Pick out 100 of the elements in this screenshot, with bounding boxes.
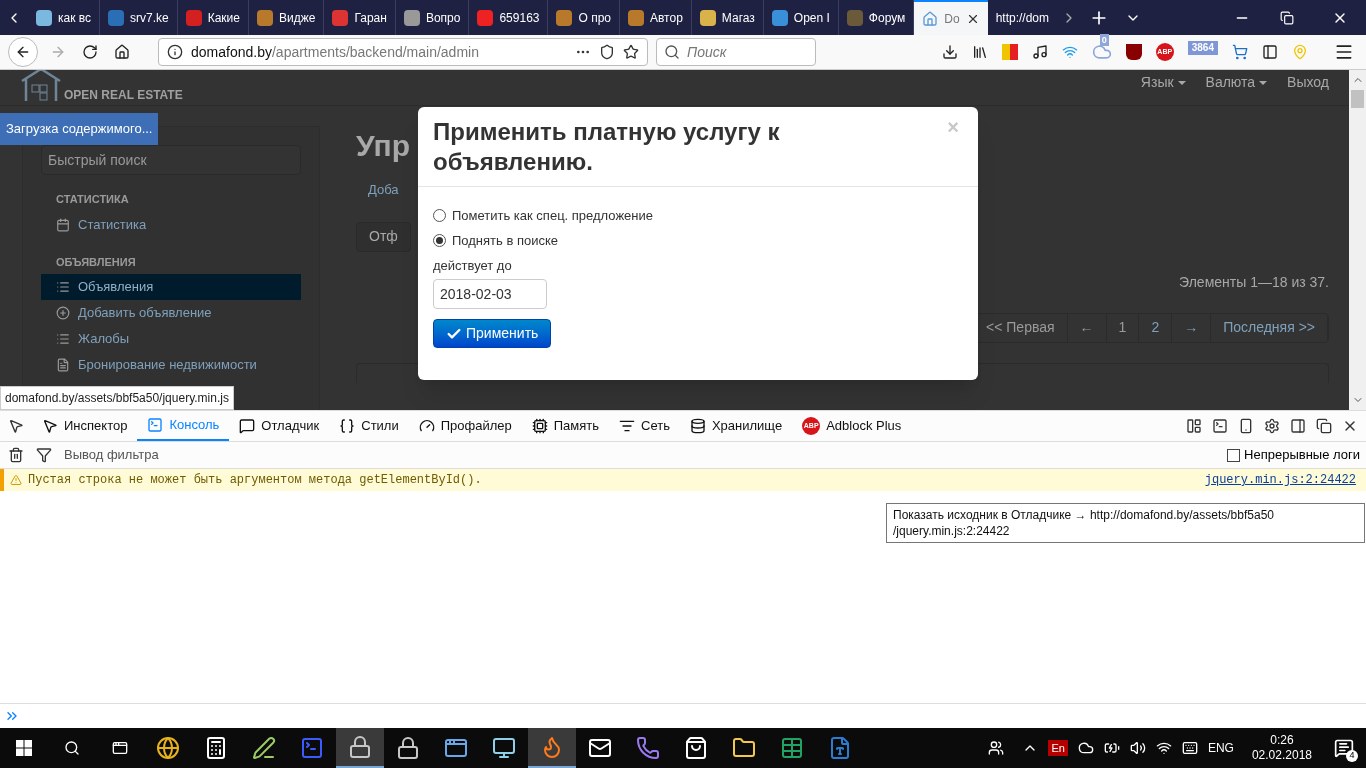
persist-logs-checkbox[interactable]: Непрерывные логи [1227,445,1360,465]
library-icon[interactable] [971,44,988,60]
clock[interactable]: 0:26 02.02.2018 [1251,733,1312,763]
lock-icon [348,735,372,759]
menu-icon[interactable] [1334,42,1354,62]
cart-icon[interactable] [1232,44,1248,60]
favicon-icon [628,9,644,26]
volume-icon[interactable] [1129,740,1146,756]
warning-icon [10,474,22,486]
restore-icon[interactable] [1280,10,1294,25]
sidebar-item[interactable]: Статистика [41,211,301,238]
message-text: Пустая строка не может быть аргументом метода getElementById(). [28,472,482,489]
favicon-icon [185,9,202,26]
devtools-tab[interactable]: Профайлер [408,411,522,441]
document-icon [56,358,70,372]
search-icon[interactable] [64,740,80,756]
radio-option[interactable]: Поднять в поиске [433,228,963,253]
sidebar-item[interactable]: Бронирование недвижимости [41,352,301,378]
plus-circle-icon [56,306,70,320]
download-icon[interactable] [941,44,958,60]
back-icon[interactable] [15,44,31,60]
devtools-tab[interactable]: Стили [329,411,409,441]
settings-icon[interactable] [1264,418,1280,434]
page-title: Упр [356,128,410,164]
bookmark-star-icon[interactable] [623,44,639,60]
scrollbar[interactable] [1349,70,1366,410]
browser-tab[interactable]: Do [914,0,988,35]
pagination-link[interactable]: 2 [1139,313,1173,342]
layout-icon[interactable] [1186,418,1202,434]
pick-element-icon[interactable] [8,418,24,434]
debugger-icon [239,418,256,434]
sidebar-item[interactable]: Объявления [41,274,301,300]
pagination-link[interactable]: Последняя >> [1211,313,1328,342]
language-indicator[interactable]: En [1048,740,1068,756]
nav-link[interactable]: Выход [1287,72,1329,93]
keyboard-icon[interactable] [1181,740,1198,756]
notifications-icon[interactable] [1334,738,1354,758]
store-icon [684,736,708,760]
people-icon[interactable] [988,740,1005,756]
house-icon [922,10,939,27]
search-icon [664,44,680,60]
sidebar-item[interactable]: Добавить объявление [41,300,301,326]
separate-window-icon[interactable] [1316,418,1332,434]
loading-badge: Загрузка содержимого... [0,113,159,145]
monitor-icon [492,736,516,760]
date-field[interactable]: 2018-02-03 [433,279,547,309]
battery-icon[interactable] [1103,740,1120,756]
phone-icon [636,736,660,760]
url-text: domafond.by/apartments/backend/main/admin [191,42,479,62]
filter-field[interactable]: Вывод фильтра [64,445,1228,465]
favicon-icon [477,9,494,26]
devtools-tab[interactable]: Память [521,411,610,441]
address-bar[interactable]: domafond.by/apartments/backend/main/admin [158,38,648,66]
devtools-tab[interactable]: Отладчик [229,411,330,441]
reload-icon[interactable] [82,44,98,60]
field-label: действует до [433,257,513,275]
task-view-icon[interactable] [112,740,128,756]
home-icon[interactable] [114,44,130,60]
dock-side-icon[interactable] [1290,418,1306,434]
apply-button[interactable]: Применить [433,319,552,348]
taskbar-app[interactable] [336,728,384,768]
cloud-icon[interactable] [1077,740,1094,756]
responsive-icon[interactable] [1238,418,1254,434]
modal-title: Применить платную услугу к объявлению. [433,117,781,177]
devtools-tab[interactable]: Хранилище [679,411,793,441]
music-icon[interactable] [1031,44,1048,60]
console-icon [147,417,164,433]
summary-text: Элементы 1—18 из 37. [1178,272,1329,292]
devtools-tab[interactable]: Инспектор [32,411,138,441]
info-icon[interactable] [167,44,183,60]
sidebar-icon[interactable] [1262,44,1278,60]
wifi-icon[interactable] [1155,740,1172,756]
favicon-icon [332,9,349,26]
document-icon [828,736,852,760]
search-field[interactable]: Поиск [656,38,816,66]
language-label[interactable]: ENG [1207,739,1234,757]
split-console-icon[interactable] [1212,418,1228,434]
trash-icon[interactable] [8,447,24,463]
braces-icon [339,418,356,434]
add-link[interactable]: Доба [368,180,399,200]
count-badge: 0 [1099,34,1109,46]
devtools-tab[interactable]: Сеть [609,411,680,441]
tooltip: Показать исходник в Отладчике → http://domafond.by/assets/bbf5a50 /jquery.min.js:2:24422 [886,503,1365,543]
gauge-icon [418,418,435,434]
house-logo-icon [20,70,62,101]
nav-link[interactable]: Валюта [1205,72,1268,93]
notification-count: 4 [1346,750,1358,762]
nav-link[interactable]: Язык [1140,72,1186,93]
pagination-link[interactable]: → [1172,313,1212,342]
scroll-thumb[interactable] [1351,90,1364,108]
radio-option[interactable]: Пометить как спец. предложение [433,203,963,228]
sidebar-item[interactable]: Жалобы [41,326,301,352]
bookmark-flag-icon[interactable] [1001,44,1018,60]
calendar-icon [56,217,70,232]
browser-tab[interactable]: http://dom [987,0,1057,35]
favicon-icon [257,9,273,26]
source-link[interactable]: jquery.min.js:2:24422 [1204,471,1356,489]
shield-icon[interactable] [1125,44,1142,60]
quick-search-field[interactable]: Быстрый поиск [41,145,301,175]
filter-button[interactable]: Отф [356,221,411,252]
